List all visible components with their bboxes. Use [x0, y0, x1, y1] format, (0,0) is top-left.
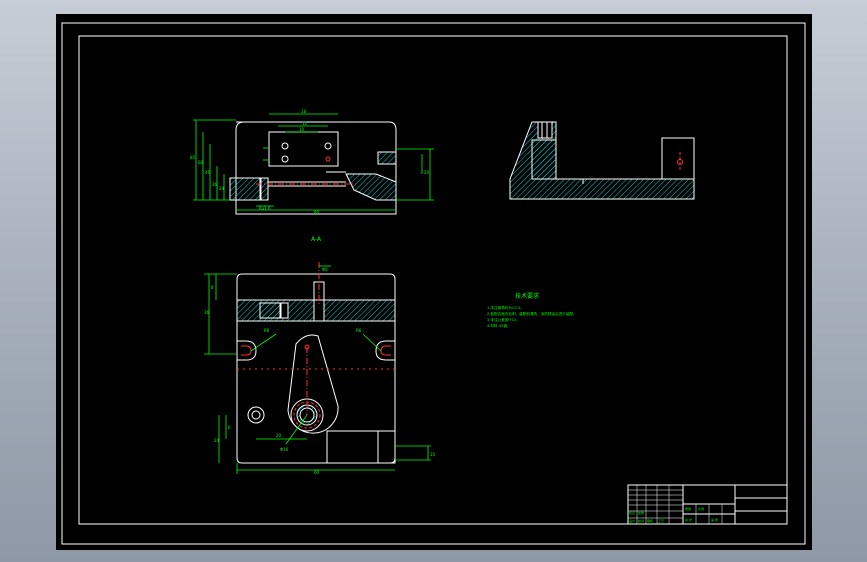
dim-label: R6 — [264, 328, 270, 333]
note-line: 3.未注公差按IT12。 — [487, 317, 520, 322]
title-block-cell: 共 张 — [685, 517, 692, 522]
dim-label: 10 — [299, 127, 305, 132]
front-view: 80 60 45 36 24 20 18 12 10 80 Ra1.6 — [190, 109, 434, 215]
dim-label: 24 — [219, 186, 225, 191]
technical-notes: 技术要求 1.未注倒角均为C0.5。 2.各配合面去毛刺，装配前清洗，涂防锈油后… — [487, 292, 577, 328]
inner-border — [78, 35, 788, 525]
roughness-label: Ra1.6 — [259, 206, 271, 211]
top-view: 36 8 R6 R6 24 6 60 20 Φ16 Φ8 10 — [204, 262, 436, 475]
note-line: 1.未注倒角均为C0.5。 — [487, 305, 524, 310]
drawing-canvas: 80 60 45 36 24 20 18 12 10 80 Ra1.6 A-A … — [61, 22, 806, 545]
title-block-cell: 第 张 — [711, 517, 718, 522]
title-block-cell: 校对 — [638, 518, 644, 523]
cad-viewport: 80 60 45 36 24 20 18 12 10 80 Ra1.6 A-A … — [0, 0, 867, 562]
dim-label: 10 — [430, 452, 436, 457]
dim-label: Φ8 — [322, 267, 328, 272]
title-block: 标记 处数 设计 校对 审核 工艺 重量 比例 共 张 第 张 — [627, 484, 788, 525]
dim-label: 20 — [276, 433, 282, 438]
title-block-cell: 比例 — [698, 506, 704, 511]
title-block-cell: 重量 — [685, 506, 691, 511]
dim-label: 6 — [228, 425, 231, 430]
dim-label: 36 — [212, 182, 218, 187]
title-block-cell: 工艺 — [658, 518, 664, 523]
dim-label: 20 — [424, 170, 430, 175]
notes-title: 技术要求 — [515, 292, 539, 300]
drawing-sheet[interactable]: 80 60 45 36 24 20 18 12 10 80 Ra1.6 A-A … — [56, 14, 812, 550]
title-block-cell: 审核 — [647, 518, 653, 523]
section-label: A-A — [311, 236, 322, 243]
note-line: 2.各配合面去毛刺，装配前清洗，涂防锈油后进行装配。 — [487, 311, 577, 316]
outer-border — [61, 22, 806, 545]
dim-label: Φ16 — [280, 447, 289, 452]
dim-label: 24 — [214, 438, 220, 443]
dim-label: 36 — [204, 310, 210, 315]
title-block-cell: 标记 — [629, 510, 635, 515]
dim-label: 45 — [205, 170, 211, 175]
side-view — [509, 121, 695, 200]
dim-label: 80 — [314, 210, 320, 215]
title-block-cell: 处数 — [638, 510, 644, 515]
dim-label: R6 — [356, 328, 362, 333]
dim-label: 18 — [301, 109, 307, 114]
title-block-cell: 设计 — [629, 518, 635, 523]
dim-label: 60 — [314, 470, 320, 475]
dim-label: 80 — [190, 155, 196, 160]
dim-label: 60 — [198, 160, 204, 165]
dim-label: 12 — [302, 121, 308, 126]
dim-label: 8 — [211, 285, 214, 290]
note-line: 4.材料 45钢。 — [487, 323, 511, 328]
